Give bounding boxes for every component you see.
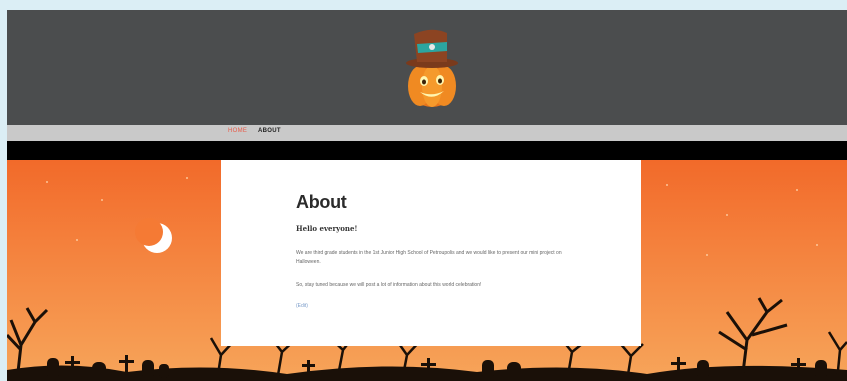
- about-content-panel: About Hello everyone! We are third grade…: [221, 160, 641, 346]
- intro-paragraph: We are third grade students in the 1st J…: [296, 250, 562, 265]
- nav-home-link[interactable]: HOME: [228, 128, 247, 134]
- site-header: [7, 10, 847, 125]
- stay-tuned-paragraph: So, stay tuned because we will post a lo…: [296, 282, 482, 288]
- pumpkin-with-hat-icon[interactable]: [387, 24, 477, 114]
- page-frame: HOME ABOUT About Hello everyone! We are …: [7, 10, 847, 381]
- nav-about-link[interactable]: ABOUT: [258, 128, 281, 134]
- edit-link[interactable]: (Edit): [296, 303, 308, 309]
- nav-bar: HOME ABOUT: [7, 125, 847, 141]
- greeting-heading: Hello everyone!: [296, 224, 358, 233]
- header-divider-bar: [7, 141, 847, 160]
- page-title: About: [296, 192, 347, 212]
